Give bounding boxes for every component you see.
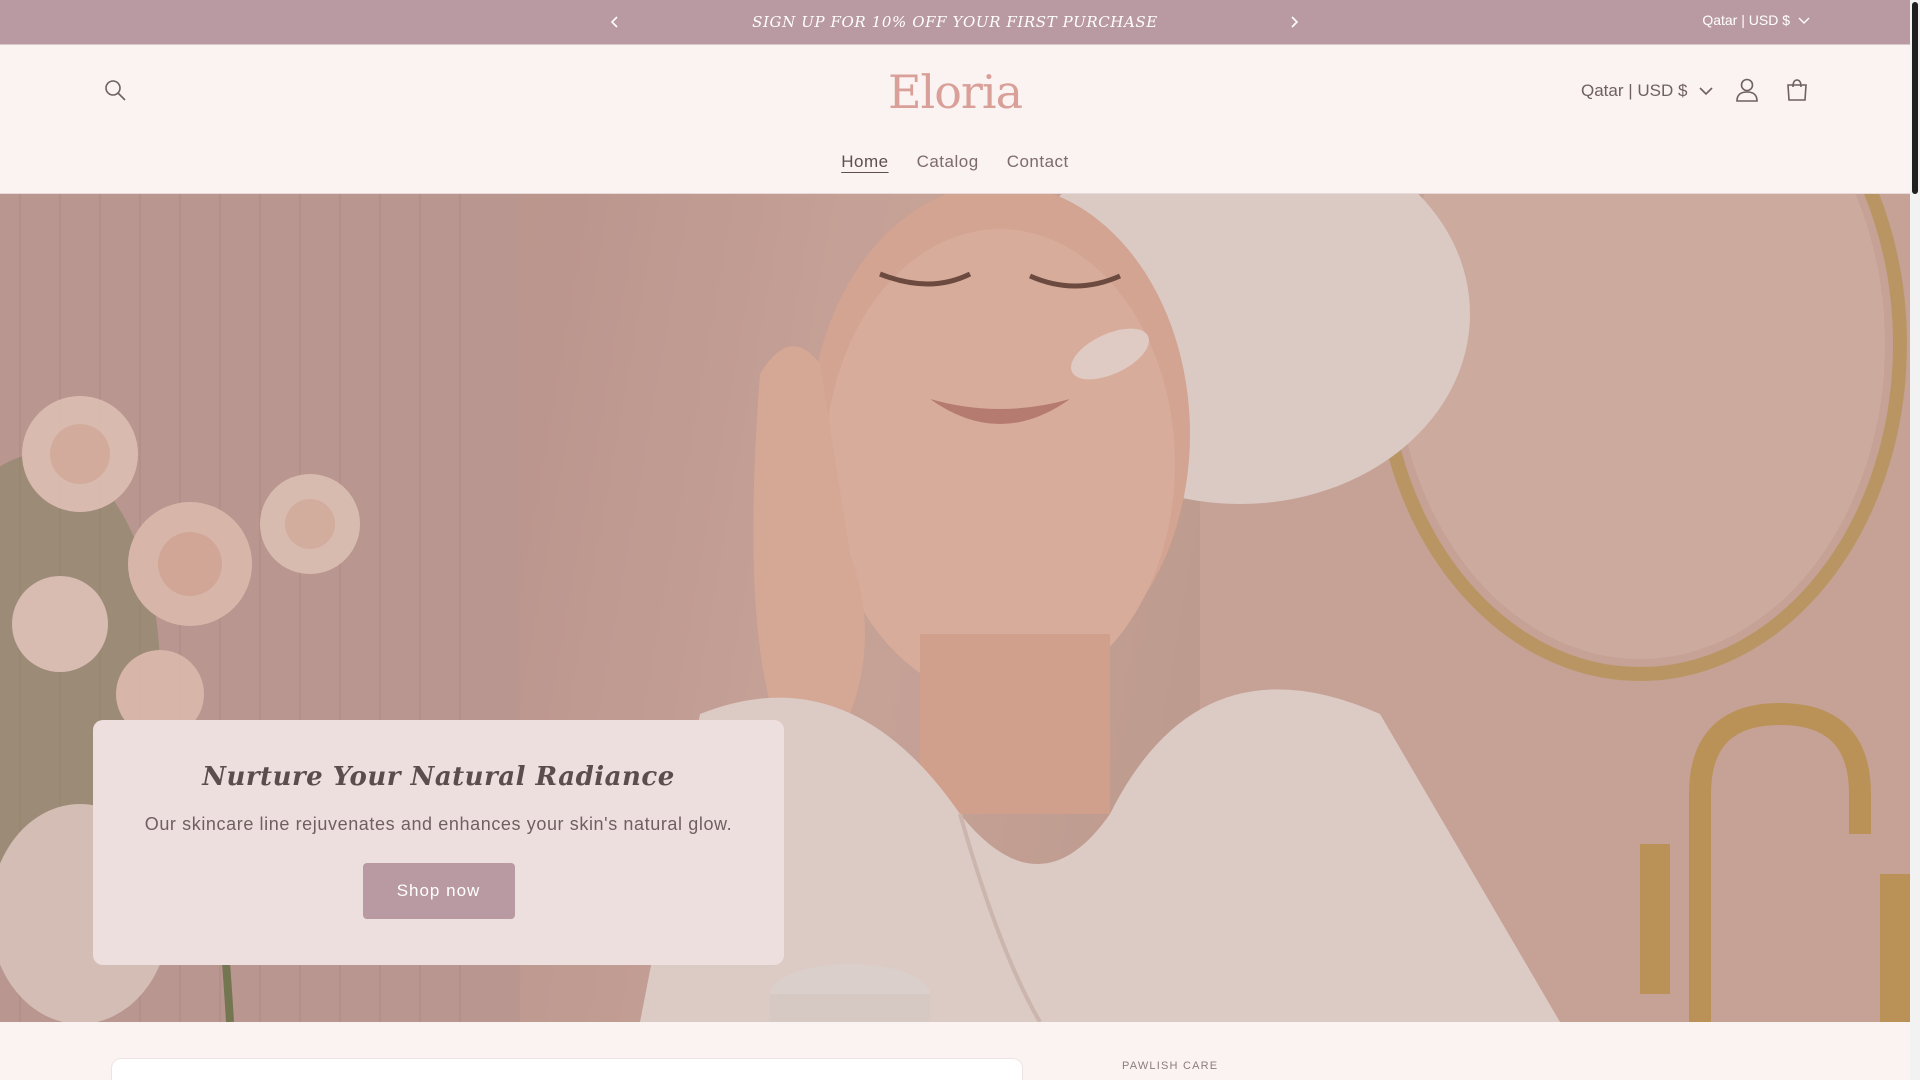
featured-card [111, 1058, 1023, 1080]
scrollbar-thumb[interactable] [1912, 2, 1918, 194]
main-nav: Home Catalog Contact [0, 152, 1910, 172]
chevron-left-icon [610, 16, 618, 28]
nav-item-catalog[interactable]: Catalog [917, 152, 979, 172]
announcement-country-selector[interactable]: Qatar | USD $ [1702, 12, 1810, 28]
brand-logo[interactable]: Eloria [887, 63, 1023, 121]
country-selector-label: Qatar | USD $ [1581, 81, 1688, 100]
hero-title: Nurture Your Natural Radiance [202, 762, 675, 792]
announcement-country-label: Qatar | USD $ [1702, 12, 1790, 28]
search-button[interactable] [103, 78, 131, 106]
page: SIGN UP FOR 10% OFF YOUR FIRST PURCHASE … [0, 0, 1910, 1080]
announcement-next-button[interactable] [1284, 12, 1304, 32]
hero-banner: Nurture Your Natural Radiance Our skinca… [0, 194, 1910, 1022]
cart-button[interactable] [1784, 77, 1812, 105]
hero-subtitle: Our skincare line rejuvenates and enhanc… [144, 814, 733, 834]
search-icon [105, 80, 126, 101]
announcement-prev-button[interactable] [605, 12, 625, 32]
site-header: Eloria Qatar | USD $ Home Catalog Contac… [0, 45, 1910, 194]
account-button[interactable] [1734, 77, 1762, 105]
user-icon [1736, 78, 1758, 102]
below-fold-section: PAWLISH CARE [0, 1022, 1910, 1080]
logo-text: Eloria [887, 65, 1023, 119]
shop-now-button[interactable]: Shop now [362, 863, 515, 919]
chevron-down-icon [1699, 87, 1714, 96]
chevron-right-icon [1291, 16, 1299, 28]
nav-item-contact[interactable]: Contact [1007, 152, 1069, 172]
chevron-down-icon [1798, 17, 1810, 24]
announcement-bar: SIGN UP FOR 10% OFF YOUR FIRST PURCHASE … [0, 0, 1910, 45]
announcement-text: SIGN UP FOR 10% OFF YOUR FIRST PURCHASE [752, 13, 1158, 31]
nav-item-home[interactable]: Home [841, 152, 888, 172]
section-label: PAWLISH CARE [1122, 1060, 1219, 1072]
page-scrollbar[interactable] [1910, 0, 1920, 1080]
hero-content-card: Nurture Your Natural Radiance Our skinca… [93, 720, 784, 965]
cart-icon [1787, 79, 1807, 101]
country-selector[interactable]: Qatar | USD $ [1581, 81, 1714, 101]
